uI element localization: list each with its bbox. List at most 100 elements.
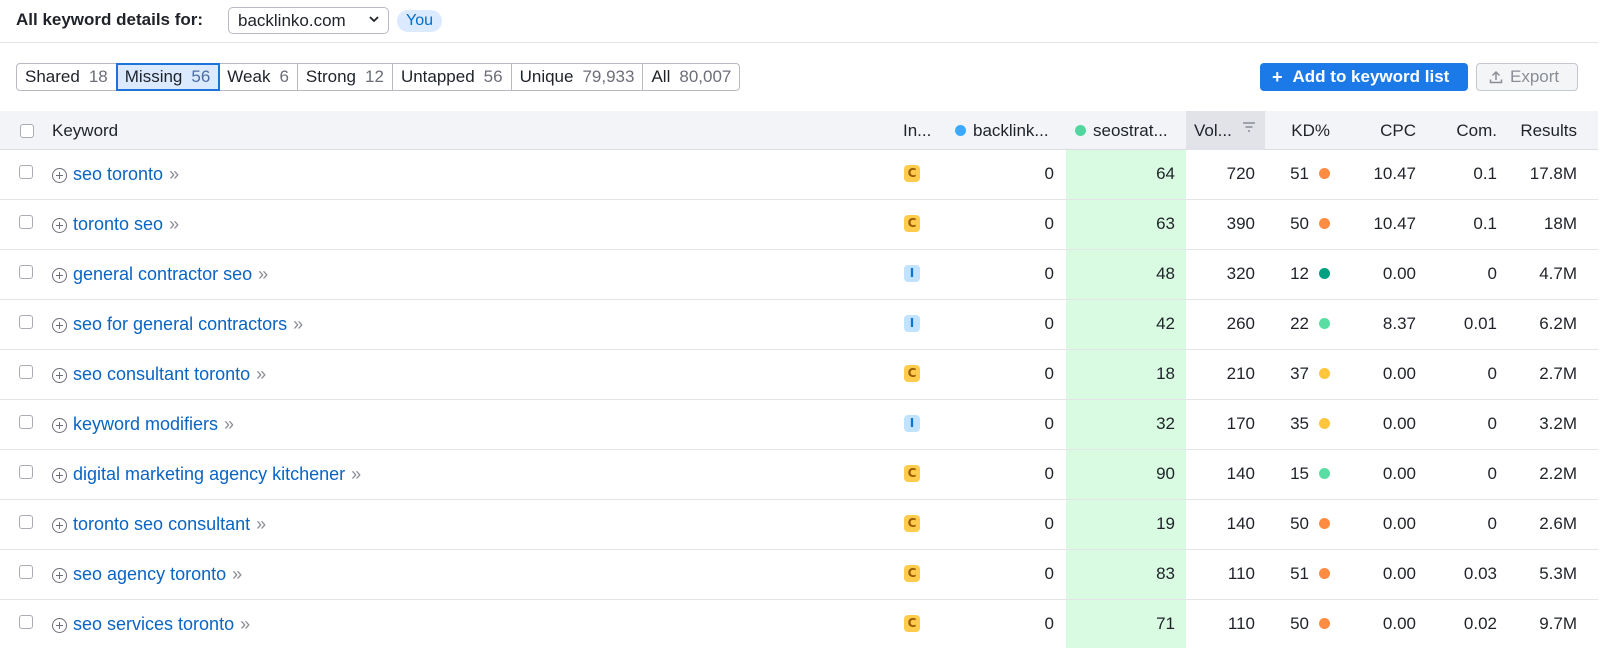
keyword-details-icon[interactable]: » <box>240 614 250 635</box>
com-cell: 0 <box>1487 464 1497 483</box>
col-intent[interactable]: In... <box>903 121 931 141</box>
row-checkbox[interactable] <box>19 215 33 229</box>
keyword-link[interactable]: keyword modifiers <box>73 414 218 435</box>
add-keyword-icon[interactable] <box>52 268 67 283</box>
backlinko-position: 0 <box>1044 264 1054 283</box>
keyword-link[interactable]: seo agency toronto <box>73 564 226 585</box>
add-button-label: Add to keyword list <box>1292 67 1450 86</box>
intent-badge: C <box>904 215 920 232</box>
tab-label: Untapped <box>400 67 475 86</box>
add-keyword-icon[interactable] <box>52 318 67 333</box>
seostrat-position: 32 <box>1156 414 1175 433</box>
keyword-cell: seo toronto » <box>52 164 179 185</box>
col-kd[interactable]: KD% <box>1291 121 1330 141</box>
tab-unique[interactable]: Unique 79,933 <box>512 64 644 90</box>
seostrat-position: 19 <box>1156 514 1175 533</box>
add-to-keyword-list-button[interactable]: + Add to keyword list <box>1260 63 1468 91</box>
add-keyword-icon[interactable] <box>52 218 67 233</box>
add-keyword-icon[interactable] <box>52 518 67 533</box>
col-backlinko[interactable]: backlink... <box>955 121 1049 141</box>
kd-value: 35 <box>1290 414 1309 433</box>
keyword-details-icon[interactable]: » <box>224 414 234 435</box>
keyword-details-icon[interactable]: » <box>293 314 303 335</box>
com-cell: 0 <box>1487 364 1497 383</box>
keyword-link[interactable]: digital marketing agency kitchener <box>73 464 345 485</box>
volume-cell: 140 <box>1226 464 1255 483</box>
col-keyword[interactable]: Keyword <box>52 121 118 141</box>
keyword-details-icon[interactable]: » <box>351 464 361 485</box>
row-checkbox[interactable] <box>19 415 33 429</box>
add-keyword-icon[interactable] <box>52 468 67 483</box>
col-cpc[interactable]: CPC <box>1380 121 1416 141</box>
row-checkbox[interactable] <box>19 265 33 279</box>
keyword-link[interactable]: general contractor seo <box>73 264 252 285</box>
tab-all[interactable]: All 80,007 <box>643 64 739 90</box>
kd-dot-icon <box>1319 517 1330 529</box>
col-seostrat[interactable]: seostrat... <box>1075 121 1168 141</box>
cpc-cell: 10.47 <box>1373 214 1416 233</box>
tab-missing[interactable]: Missing 56 <box>115 63 221 91</box>
volume-cell: 140 <box>1226 514 1255 533</box>
keyword-link[interactable]: toronto seo <box>73 214 163 235</box>
row-checkbox[interactable] <box>19 315 33 329</box>
kd-value: 50 <box>1290 214 1309 233</box>
backlinko-position: 0 <box>1044 364 1054 383</box>
row-checkbox[interactable] <box>19 615 33 629</box>
select-all-checkbox[interactable] <box>20 124 34 138</box>
export-button[interactable]: Export <box>1476 63 1578 91</box>
keyword-link[interactable]: seo services toronto <box>73 614 234 635</box>
row-checkbox[interactable] <box>19 515 33 529</box>
results-cell: 17.8M <box>1529 164 1577 183</box>
results-cell: 3.2M <box>1539 414 1577 433</box>
keyword-details-icon[interactable]: » <box>232 564 242 585</box>
row-checkbox[interactable] <box>19 465 33 479</box>
export-button-label: Export <box>1510 67 1560 86</box>
intent-badge: C <box>904 465 920 482</box>
col-results[interactable]: Results <box>1520 121 1577 141</box>
intent-badge: C <box>904 165 920 182</box>
com-cell: 0.1 <box>1473 164 1497 183</box>
kd-cell: 15 <box>1290 464 1330 484</box>
col-com[interactable]: Com. <box>1456 121 1497 141</box>
tab-label: Weak <box>227 67 271 86</box>
keyword-link[interactable]: seo for general contractors <box>73 314 287 335</box>
keyword-details-icon[interactable]: » <box>256 514 266 535</box>
tab-shared[interactable]: Shared 18 <box>17 64 117 90</box>
add-keyword-icon[interactable] <box>52 368 67 383</box>
seostrat-position: 71 <box>1156 614 1175 633</box>
tab-label: All <box>651 67 671 86</box>
tab-untapped[interactable]: Untapped 56 <box>393 64 512 90</box>
results-cell: 5.3M <box>1539 564 1577 583</box>
keyword-details-icon[interactable]: » <box>169 214 179 235</box>
keyword-link[interactable]: seo toronto <box>73 164 163 185</box>
row-checkbox[interactable] <box>19 165 33 179</box>
keyword-link[interactable]: toronto seo consultant <box>73 514 250 535</box>
seostrat-position: 90 <box>1156 464 1175 483</box>
seostrat-position: 63 <box>1156 214 1175 233</box>
volume-cell: 170 <box>1226 414 1255 433</box>
row-checkbox[interactable] <box>19 365 33 379</box>
table-header: Keyword In... backlink... seostrat... Vo… <box>0 111 1598 150</box>
keyword-details-icon[interactable]: » <box>258 264 268 285</box>
domain-select[interactable]: backlinko.com <box>228 7 389 34</box>
add-keyword-icon[interactable] <box>52 168 67 183</box>
add-keyword-icon[interactable] <box>52 568 67 583</box>
kd-value: 51 <box>1290 564 1309 583</box>
tab-weak[interactable]: Weak 6 <box>219 64 298 90</box>
add-keyword-icon[interactable] <box>52 418 67 433</box>
keyword-details-icon[interactable]: » <box>256 364 266 385</box>
keyword-link[interactable]: seo consultant toronto <box>73 364 250 385</box>
sort-descending-icon[interactable] <box>1242 120 1256 134</box>
details-header: All keyword details for: backlinko.com Y… <box>0 0 1598 43</box>
tab-strong[interactable]: Strong 12 <box>298 64 393 90</box>
table-row: seo services toronto » C 0 71 110 50 0.00 0.02 9.… <box>0 600 1598 648</box>
kd-dot-icon <box>1319 267 1330 279</box>
results-cell: 4.7M <box>1539 264 1577 283</box>
backlinko-position: 0 <box>1044 164 1054 183</box>
row-checkbox[interactable] <box>19 565 33 579</box>
tab-label: Unique <box>519 67 574 86</box>
com-cell: 0.01 <box>1463 314 1497 333</box>
col-volume[interactable]: Vol... <box>1194 121 1232 141</box>
keyword-details-icon[interactable]: » <box>169 164 179 185</box>
add-keyword-icon[interactable] <box>52 618 67 633</box>
